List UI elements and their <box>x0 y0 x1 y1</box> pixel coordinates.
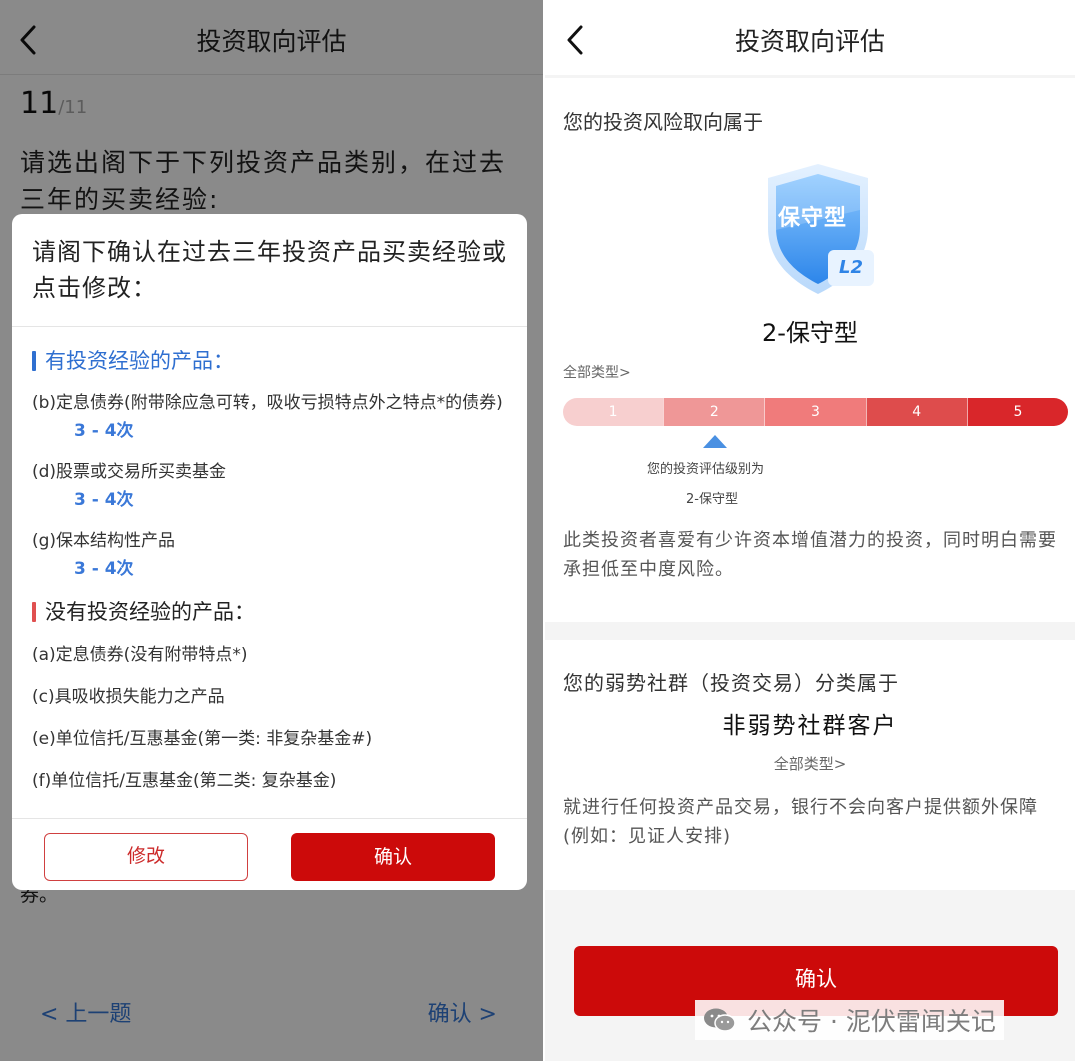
no-experience-item: (c)具吸收损失能力之产品 <box>32 687 225 707</box>
modify-button[interactable]: 修改 <box>44 833 248 881</box>
level-value: 2-保守型 <box>686 492 738 507</box>
badge-level: L2 <box>828 250 874 286</box>
risk-type-value: 2-保守型 <box>762 319 858 347</box>
experienced-item: (b)定息债券(附带除应急可转，吸收亏损特点外之特点*的债券) <box>32 393 503 413</box>
badge-text: 保守型 <box>778 206 848 231</box>
confirm-button[interactable]: 确认 <box>291 833 495 881</box>
risk-level-bar: 12345 <box>563 398 1068 426</box>
vulnerable-group-description: 就进行任何投资产品交易，银行不会向客户提供额外保障(例如：见证人安排) <box>563 797 1038 847</box>
risk-level-segment: 2 <box>663 398 765 426</box>
risk-level-segment: 4 <box>865 398 967 426</box>
confirm-experience-modal: 请阁下确认在过去三年投资产品买卖经验或点击修改： 有投资经验的产品： (b)定息… <box>12 214 527 890</box>
current-level-marker-icon <box>703 435 727 448</box>
modal-body[interactable]: 有投资经验的产品： (b)定息债券(附带除应急可转，吸收亏损特点外之特点*的债券… <box>12 328 527 818</box>
risk-level-segment: 1 <box>563 398 664 426</box>
modal-footer: 修改 确认 <box>12 818 527 890</box>
left-screen: 投资取向评估 11/11 请选出阁下于下列投资产品类别，在过去三年的买卖经验: … <box>0 0 543 1061</box>
experienced-item: (g)保本结构性产品 <box>32 531 176 551</box>
risk-profile-card: 您的投资风险取向属于 保守型 L2 2-保守型 全部类型> 12345 您的投资… <box>545 78 1075 622</box>
header: 投资取向评估 <box>545 0 1075 75</box>
no-experience-item: (a)定息债券(没有附带特点*) <box>32 645 248 665</box>
no-experience-item: (f)单位信托/互惠基金(第二类: 复杂基金) <box>32 771 337 791</box>
right-screen: 投资取向评估 您的投资风险取向属于 保守型 L2 2-保守型 全部类型> 123… <box>545 0 1075 1061</box>
risk-level-segment: 5 <box>966 398 1068 426</box>
modal-title: 请阁下确认在过去三年投资产品买卖经验或点击修改： <box>12 214 527 327</box>
experienced-item-frequency: 3 - 4次 <box>74 559 134 579</box>
experienced-item: (d)股票或交易所买卖基金 <box>32 462 227 482</box>
all-types-link[interactable]: 全部类型> <box>563 362 631 382</box>
risk-description: 此类投资者喜爱有少许资本增值潜力的投资，同时明白需要承担低至中度风险。 <box>563 530 1057 580</box>
risk-level-segment: 3 <box>764 398 866 426</box>
all-types-link[interactable]: 全部类型> <box>545 753 1075 774</box>
vulnerable-group-label: 您的弱势社群（投资交易）分类属于 <box>563 671 899 695</box>
page-title: 投资取向评估 <box>734 27 885 56</box>
vulnerable-group-value: 非弱势社群客户 <box>722 713 898 739</box>
watermark-text: 公众号 · 泥伏雷闻关记 <box>747 1007 996 1036</box>
wechat-icon <box>704 1008 736 1032</box>
risk-profile-label: 您的投资风险取向属于 <box>563 110 763 134</box>
experienced-item-frequency: 3 - 4次 <box>74 421 134 441</box>
experienced-section-title: 有投资经验的产品： <box>32 346 507 376</box>
no-experience-section-title: 没有投资经验的产品： <box>32 597 507 627</box>
watermark: 公众号 · 泥伏雷闻关记 <box>695 1000 1004 1040</box>
vulnerable-group-card: 您的弱势社群（投资交易）分类属于 非弱势社群客户 全部类型> 就进行任何投资产品… <box>545 640 1075 890</box>
experienced-item-frequency: 3 - 4次 <box>74 490 134 510</box>
no-experience-item: (e)单位信托/互惠基金(第一类: 非复杂基金#) <box>32 729 373 749</box>
level-label: 您的投资评估级别为 <box>647 462 765 477</box>
